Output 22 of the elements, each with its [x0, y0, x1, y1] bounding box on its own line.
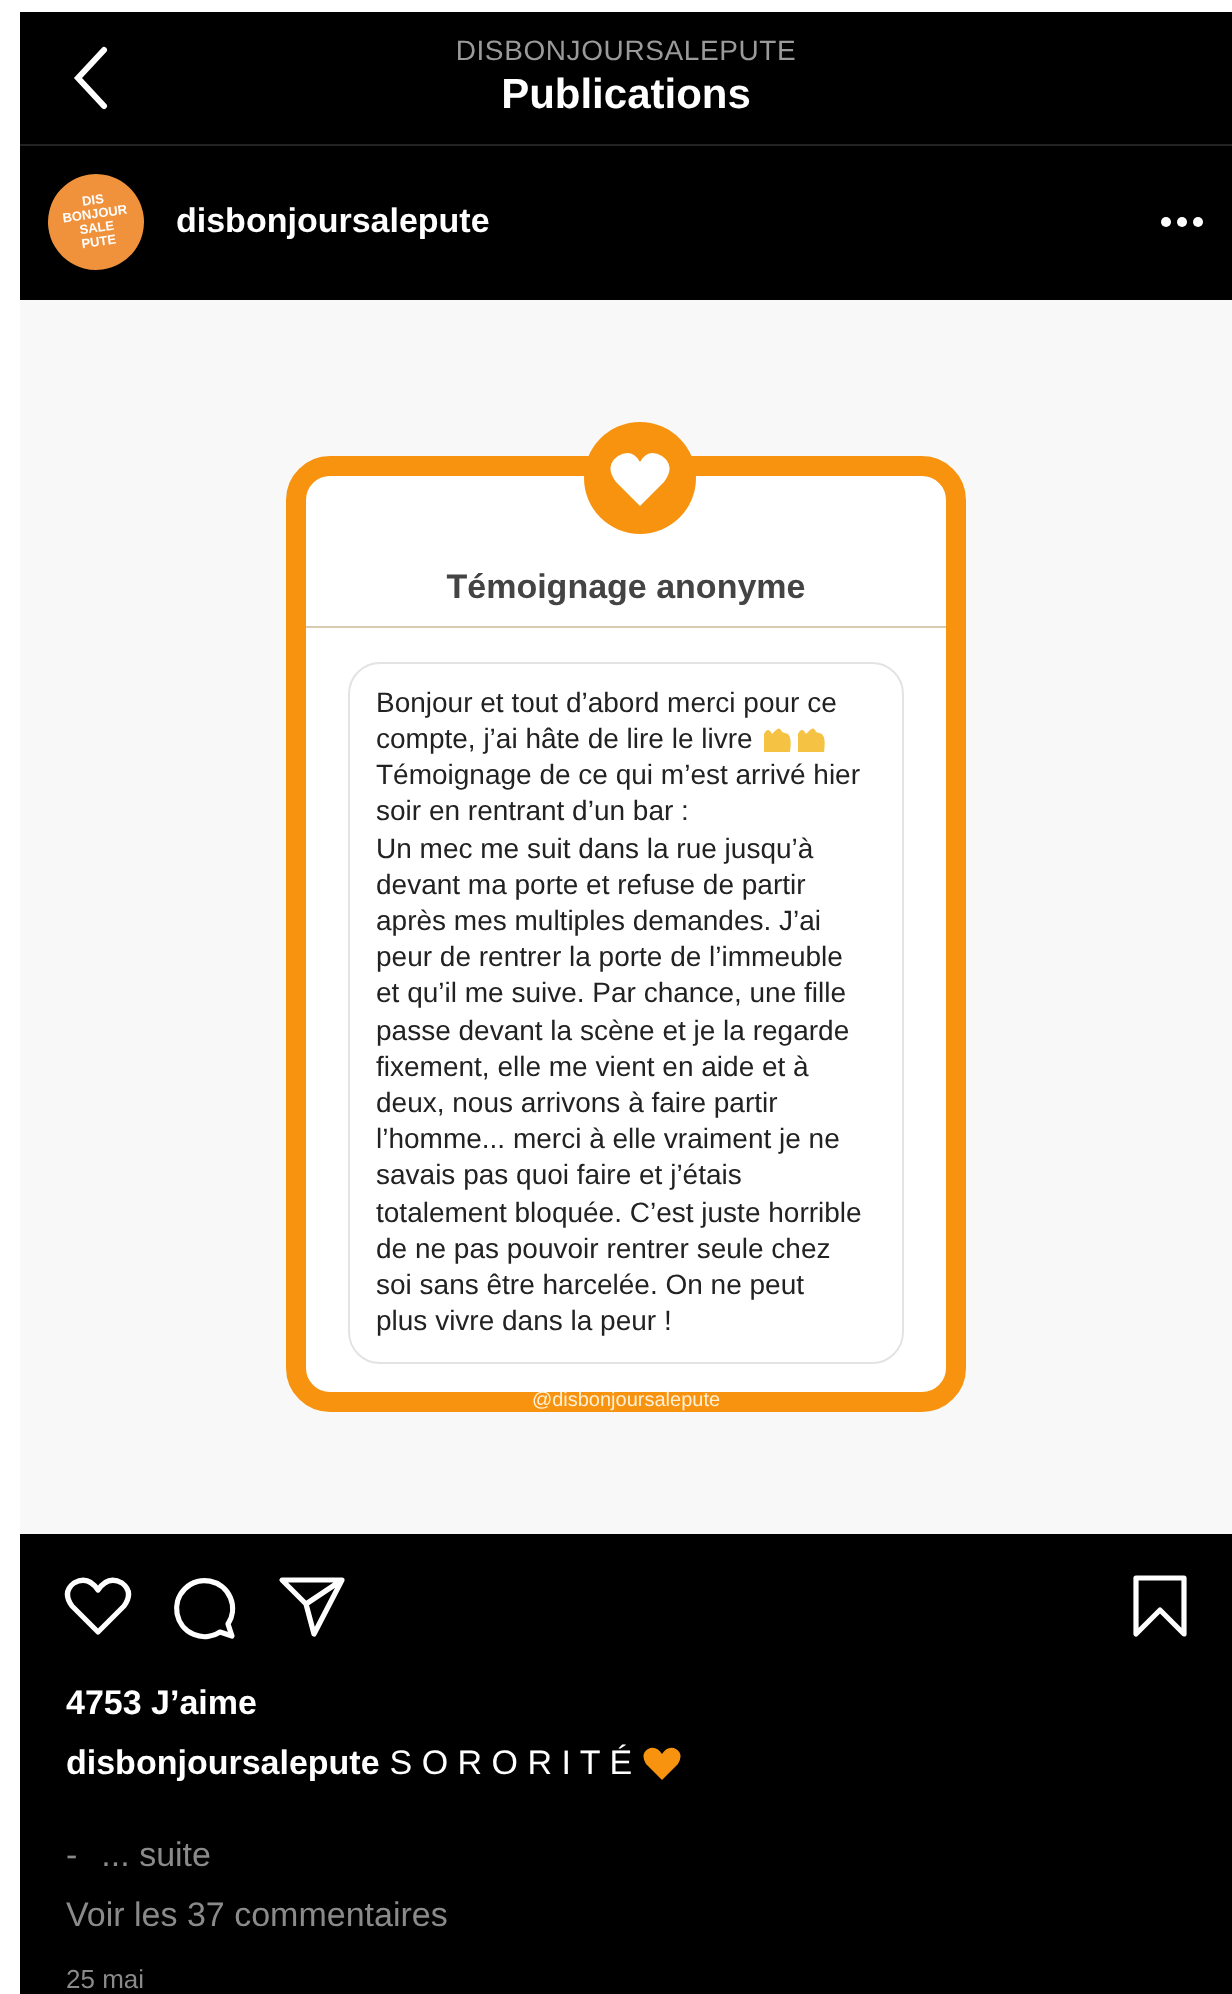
- comments-link[interactable]: Voir les 37 commentaires: [66, 1895, 448, 1936]
- card-title: Témoignage anonyme: [446, 567, 806, 608]
- account-handle: @disbonjoursalepute: [529, 1391, 723, 1412]
- comment-icon[interactable]: [172, 1573, 238, 1640]
- send-icon[interactable]: [278, 1574, 346, 1639]
- caption-username[interactable]: disbonjoursalepute: [66, 1743, 380, 1784]
- message-text: Un mec me suit dans la rue jusqu’à devant ma porte et refuse de partir après mes multiples demandes. J’ai peur de rentrer la porte de l’immeuble et qu’il me suive. Par chance, une fille passe devant la scène et je la regarde fixement, elle me vient en aide et à deux, nous arrivons à faire partir l’homme... merci à elle vraiment je ne savais pas quoi faire et j’étais totalement bloquée. C’est juste horrible de ne pas pouvoir rentrer seule chez soi sans être harcelée. On ne peut plus vivre dans la peur !: [376, 829, 862, 1339]
- more-link[interactable]: ... suite: [101, 1835, 211, 1876]
- heart-icon[interactable]: [64, 1576, 132, 1637]
- message-text: Bonjour et tout d’abord merci pour ce compte, j’ai hâte de lire le livre: [376, 683, 839, 757]
- message-text: Témoignage de ce qui m’est arrivé hier soir en rentrant d’un bar :: [376, 756, 862, 830]
- caption-dash: -: [66, 1835, 78, 1876]
- page-title: Publications: [501, 72, 751, 121]
- back-icon[interactable]: [72, 46, 108, 110]
- more-icon[interactable]: [1160, 216, 1204, 229]
- like-count[interactable]: 4753 J’aime: [20, 1683, 1232, 1724]
- username[interactable]: disbonjoursalepute: [176, 202, 1128, 243]
- bookmark-icon[interactable]: [1132, 1574, 1188, 1639]
- post-date: 25 mai: [64, 1963, 147, 1994]
- heart-emoji-icon: [642, 1745, 683, 1782]
- account-name: DISBONJOURSALEPUTE: [455, 34, 797, 67]
- caption-text: S O R O R I T É: [389, 1743, 633, 1784]
